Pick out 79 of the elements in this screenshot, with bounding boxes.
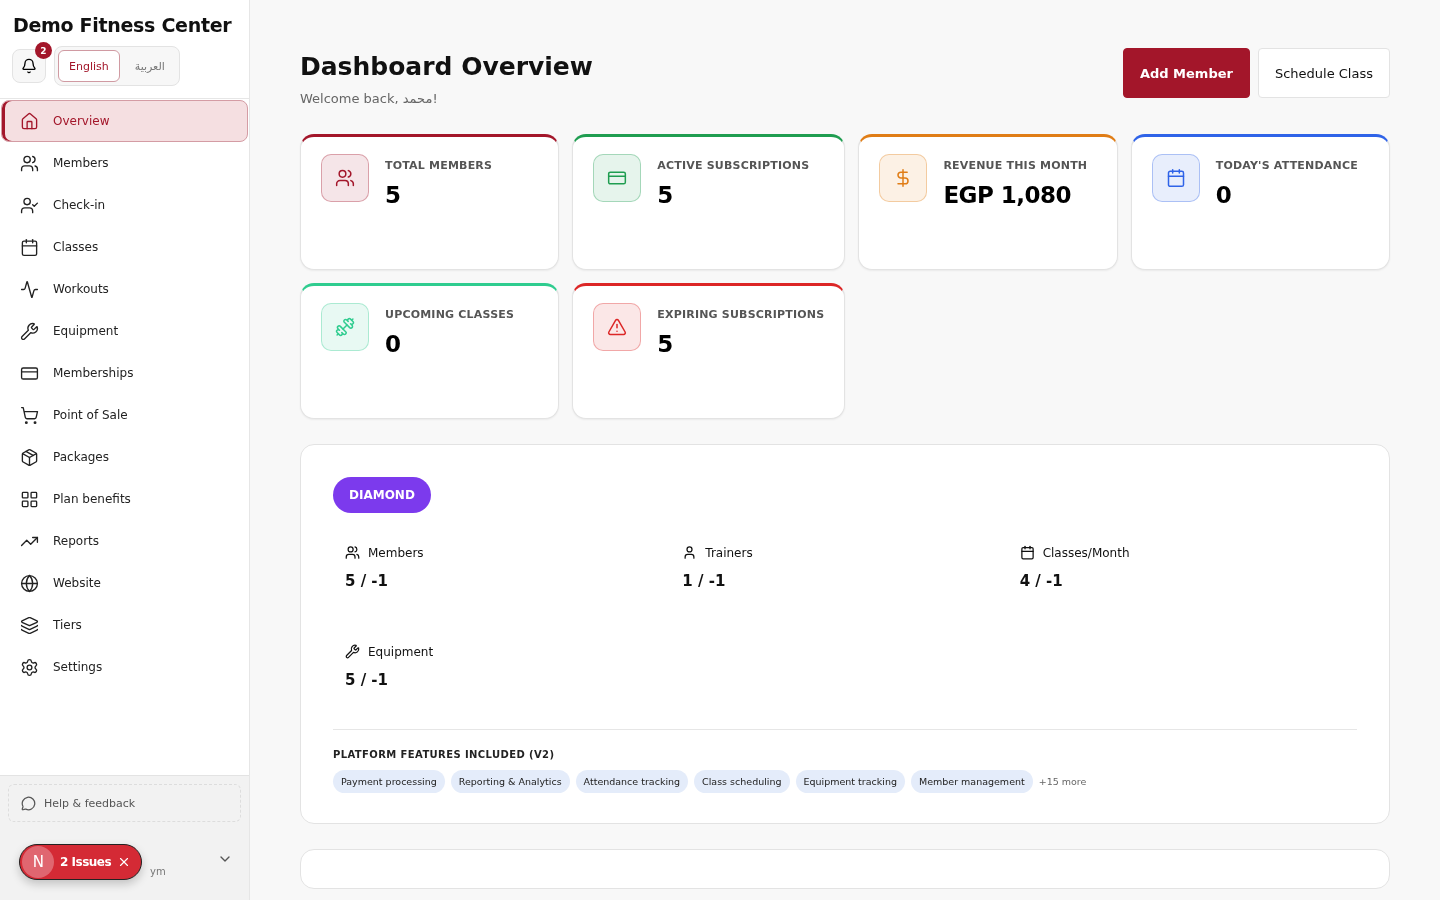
notifications-button[interactable] — [12, 49, 46, 83]
welcome-text: Welcome back, محمد! — [300, 91, 439, 106]
chat-icon — [21, 795, 36, 811]
feature-tag: Equipment tracking — [795, 770, 905, 793]
nav-item[interactable]: Tiers — [1, 604, 248, 646]
wrench-icon — [345, 644, 360, 659]
nav-item[interactable]: Check-in — [1, 184, 248, 226]
features-heading: PLATFORM FEATURES INCLUDED (V2) — [333, 729, 1357, 760]
stat-value: EGP 1,080 — [943, 182, 1073, 208]
limit-value: 1 / -1 — [682, 572, 727, 590]
pulse-icon — [20, 279, 39, 299]
feature-tag: Member management — [911, 770, 1033, 793]
limit-value: 5 / -1 — [345, 671, 390, 689]
grid-icon — [20, 489, 39, 509]
nav-item[interactable]: Plan benefits — [1, 478, 248, 520]
dumbbell-icon — [335, 317, 355, 337]
cart-icon — [20, 405, 39, 425]
feature-tag: Attendance tracking — [575, 770, 689, 793]
warning-icon — [607, 317, 628, 337]
wrench-icon — [20, 321, 39, 341]
stat-label: TODAY'S ATTENDANCE — [1215, 159, 1358, 172]
bell-icon — [21, 58, 37, 74]
limit-label: Equipment — [368, 644, 434, 659]
tier-badge: DIAMOND — [333, 477, 431, 513]
nav-item[interactable]: Point of Sale — [1, 394, 248, 436]
more-features: +15 more — [1038, 776, 1087, 787]
nav-item[interactable]: Equipment — [1, 310, 248, 352]
calendar-icon — [1019, 545, 1035, 560]
feature-tag: Payment processing — [333, 770, 445, 793]
limit-label: Classes/Month — [1042, 545, 1130, 560]
secondary-button[interactable]: Schedule Class — [1257, 48, 1390, 98]
limit-value: 4 / -1 — [1019, 572, 1064, 590]
stat-label: EXPIRING SUBSCRIPTIONS — [657, 308, 825, 321]
limit-value: 5 / -1 — [345, 572, 390, 590]
stat-label: TOTAL MEMBERS — [385, 159, 493, 172]
box-icon — [20, 447, 39, 467]
nav-item[interactable]: Members — [1, 142, 248, 184]
language-option[interactable]: English — [58, 50, 120, 82]
settings-icon — [20, 657, 39, 677]
nav-item[interactable]: Packages — [1, 436, 248, 478]
users-icon — [335, 168, 355, 188]
issues-badge[interactable]: N 2 Issues — [19, 844, 143, 880]
stat-label: ACTIVE SUBSCRIPTIONS — [657, 159, 810, 172]
nav-item[interactable]: Reports — [1, 520, 248, 562]
card-icon — [607, 168, 628, 188]
stat-value: 0 — [385, 331, 402, 357]
limit-label: Members — [368, 545, 424, 560]
stat-label: REVENUE THIS MONTH — [943, 159, 1088, 172]
stat-value: 5 — [385, 182, 402, 208]
stat-value: 0 — [1215, 182, 1233, 208]
language-option[interactable]: العربية — [123, 50, 176, 82]
nav-item[interactable]: Overview — [1, 100, 248, 142]
user-subtitle: ym — [150, 865, 166, 877]
users-icon — [20, 153, 39, 173]
feature-tag: Class scheduling — [694, 770, 790, 793]
page-title: Dashboard Overview — [300, 52, 593, 81]
user-icon — [682, 545, 698, 560]
nav-item[interactable]: Settings — [1, 646, 248, 688]
primary-button[interactable]: Add Member — [1122, 48, 1250, 98]
calendar-icon — [20, 237, 39, 257]
stat-value: 5 — [657, 331, 674, 357]
help-link[interactable]: Help & feedback — [8, 784, 241, 822]
calendar-icon — [1165, 168, 1186, 188]
notification-count: 2 — [35, 42, 52, 59]
layers-icon — [20, 615, 39, 635]
globe-icon — [20, 573, 39, 593]
stat-label: UPCOMING CLASSES — [385, 308, 515, 321]
nav-item[interactable]: Website — [1, 562, 248, 604]
stat-value: 5 — [657, 182, 674, 208]
avatar: N — [22, 846, 54, 878]
nav-item[interactable]: Memberships — [1, 352, 248, 394]
users-icon — [345, 545, 360, 560]
feature-tag: Reporting & Analytics — [450, 770, 570, 793]
house-icon — [20, 111, 39, 131]
user-check-icon — [20, 195, 39, 215]
nav-item[interactable]: Classes — [1, 226, 248, 268]
app-title: Demo Fitness Center — [13, 14, 233, 36]
nav-item[interactable]: Workouts — [1, 268, 248, 310]
limit-label: Trainers — [705, 545, 753, 560]
